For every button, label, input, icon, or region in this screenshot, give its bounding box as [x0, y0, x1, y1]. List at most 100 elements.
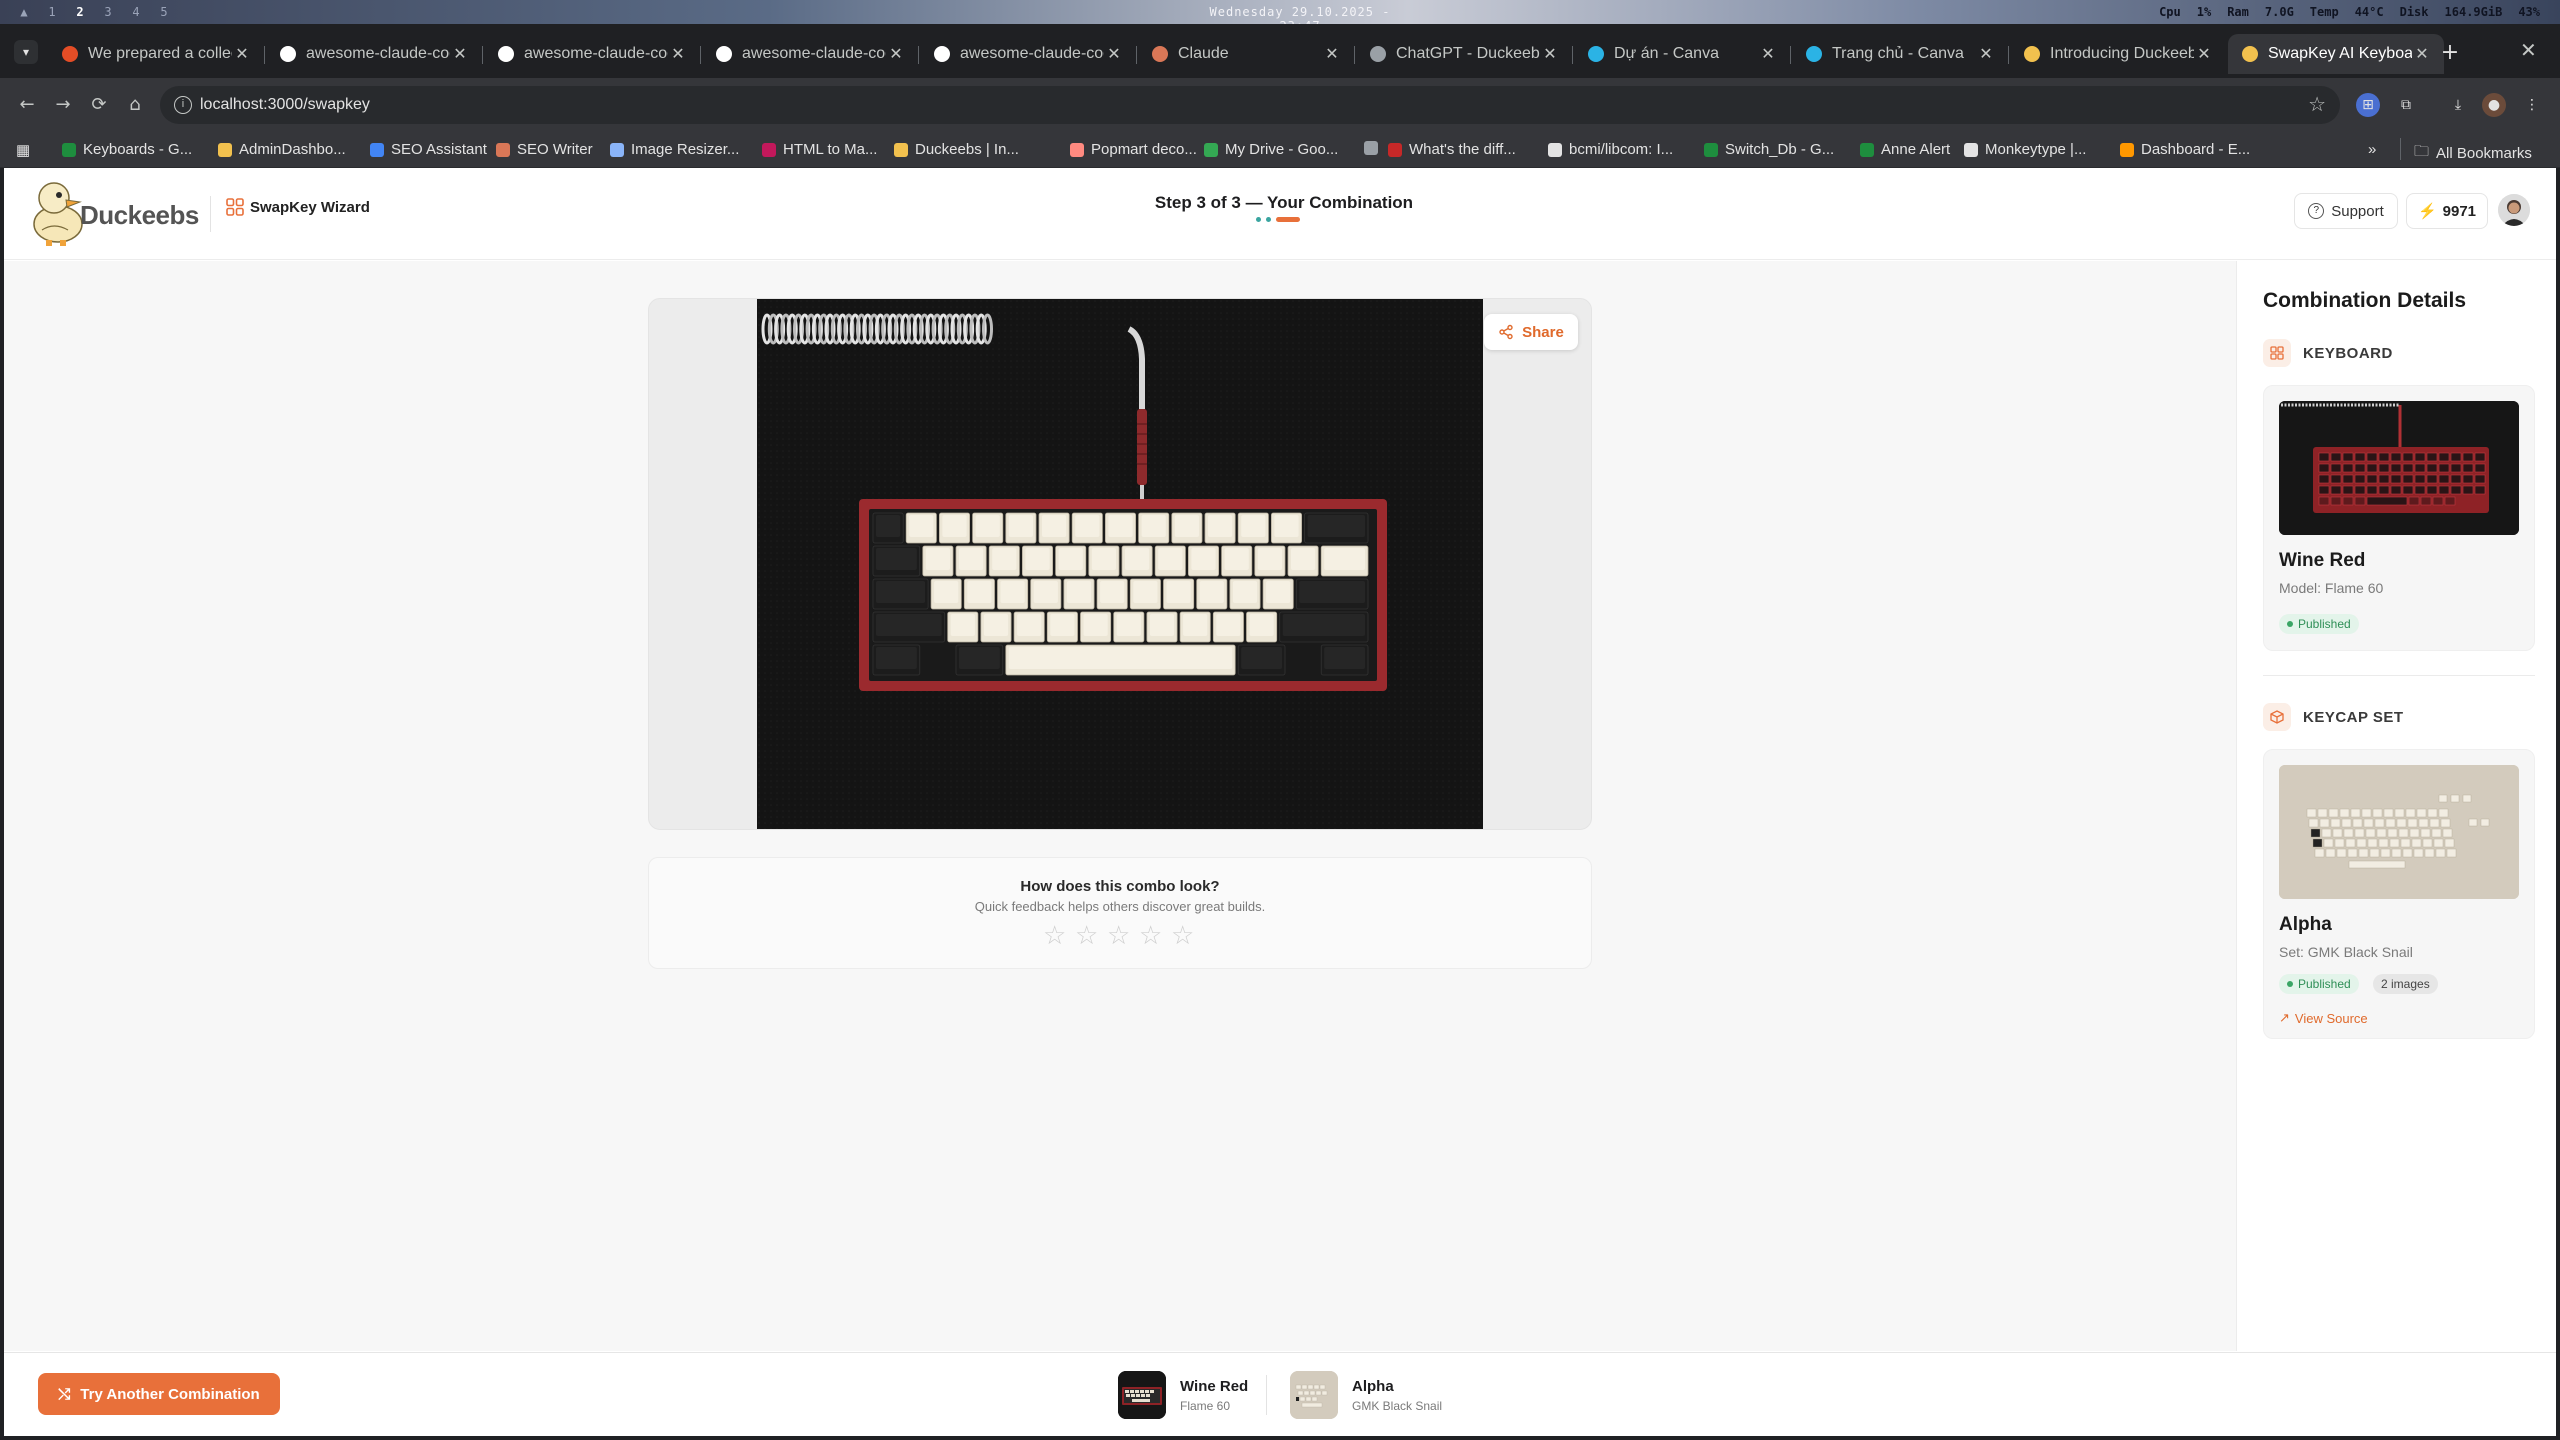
bookmark-item[interactable]: [1364, 141, 1385, 155]
tab-close-icon[interactable]: ✕: [2194, 44, 2214, 64]
extensions-icon[interactable]: ⧉: [2394, 93, 2418, 117]
tab-close-icon[interactable]: ✕: [2412, 44, 2432, 64]
bookmark-item[interactable]: Anne Alert: [1860, 141, 1950, 158]
tab-close-icon[interactable]: ✕: [886, 44, 906, 64]
apps-grid-icon[interactable]: ▦: [16, 141, 30, 159]
keyboard-detail-card[interactable]: Wine Red Model: Flame 60 Published: [2263, 385, 2535, 651]
keycap-detail-card[interactable]: Alpha Set: GMK Black Snail Published 2 i…: [2263, 749, 2535, 1039]
star-icon[interactable]: ☆: [1171, 922, 1194, 948]
footer-keyboard-model: Flame 60: [1180, 1398, 1231, 1413]
tab-close-icon[interactable]: ✕: [1758, 44, 1778, 64]
tab-close-icon[interactable]: ✕: [1322, 44, 1342, 64]
keyboard-section-label: KEYBOARD: [2303, 344, 2393, 362]
keyboard-preview-image[interactable]: [757, 299, 1483, 829]
tab-close-icon[interactable]: ✕: [1976, 44, 1996, 64]
star-icon[interactable]: ☆: [1139, 922, 1162, 948]
keycap-name: Alpha: [2279, 914, 2332, 935]
view-source-link[interactable]: ↗ View Source: [2279, 1010, 2368, 1026]
browser-tab[interactable]: We prepared a collection✕: [48, 34, 264, 74]
cpu-value: 1%: [2196, 5, 2212, 19]
keyboard-thumbnail[interactable]: [2279, 401, 2519, 535]
help-circle-icon: ?: [2308, 203, 2325, 219]
support-button[interactable]: ? Support: [2294, 193, 2398, 229]
browser-tab[interactable]: Dự án - Canva ✕: [1574, 34, 1790, 74]
credits-value: 9971: [2442, 202, 2477, 220]
keyboard-model: Model: Flame 60: [2279, 580, 2384, 596]
address-url[interactable]: localhost:3000/swapkey: [200, 96, 370, 114]
reload-button[interactable]: ⟳: [86, 92, 112, 118]
arch-logo-icon: ▲: [20, 5, 28, 19]
bookmark-item[interactable]: AdminDashbo...: [218, 141, 346, 158]
bookmark-label: Popmart deco...: [1091, 141, 1197, 158]
browser-tab[interactable]: Claude ✕: [1138, 34, 1354, 74]
workspace-switcher[interactable]: ▲ 1 2 3 4 5: [10, 5, 178, 19]
bookmark-item[interactable]: My Drive - Goo...: [1204, 141, 1338, 158]
user-avatar[interactable]: [2498, 194, 2530, 226]
browser-tab[interactable]: awesome-claude-code✕: [702, 34, 918, 74]
browser-tab[interactable]: Introducing Duckeebs ✕: [2010, 34, 2226, 74]
workspace-3[interactable]: 3: [94, 5, 122, 19]
tab-search-button[interactable]: ▾: [14, 40, 38, 64]
bookmark-item[interactable]: bcmi/libcom: I...: [1548, 141, 1673, 158]
tab-close-icon[interactable]: ✕: [1540, 44, 1560, 64]
bookmark-item[interactable]: Dashboard - E...: [2120, 141, 2250, 158]
tab-favicon-icon: [280, 46, 296, 62]
bookmarks-overflow-button[interactable]: »: [2368, 141, 2376, 158]
tab-favicon-icon: [498, 46, 514, 62]
rating-card: How does this combo look? Quick feedback…: [648, 857, 1592, 969]
step-dot-2: [1266, 217, 1271, 222]
browser-tab[interactable]: ChatGPT - Duckeebs ✕: [1356, 34, 1572, 74]
keyboard-photo: [757, 299, 1483, 829]
workspace-1[interactable]: 1: [38, 5, 66, 19]
keycap-thumbnail[interactable]: [2279, 765, 2519, 899]
tab-close-icon[interactable]: ✕: [450, 44, 470, 64]
download-icon[interactable]: ⤓: [2446, 93, 2470, 117]
workspace-4[interactable]: 4: [122, 5, 150, 19]
try-another-combination-button[interactable]: ⤭ Try Another Combination: [38, 1373, 280, 1415]
forward-button[interactable]: →: [50, 92, 76, 118]
site-info-icon[interactable]: i: [174, 96, 192, 114]
credits-button[interactable]: ⚡ 9971: [2406, 193, 2488, 229]
browser-tab[interactable]: awesome-claude-code✕: [266, 34, 482, 74]
browser-menu-icon[interactable]: ⋮: [2520, 93, 2544, 117]
home-button[interactable]: ⌂: [122, 92, 148, 118]
bookmark-label: Image Resizer...: [631, 141, 740, 158]
wizard-label[interactable]: SwapKey Wizard: [250, 199, 370, 216]
new-tab-button[interactable]: +: [2436, 40, 2464, 68]
browser-tab[interactable]: awesome-claude-code✕: [484, 34, 700, 74]
browser-tab[interactable]: awesome-claude-code✕: [920, 34, 1136, 74]
translate-extension-icon[interactable]: ⊞: [2356, 93, 2380, 117]
workspace-5[interactable]: 5: [150, 5, 178, 19]
back-button[interactable]: ←: [14, 92, 40, 118]
tab-close-icon[interactable]: ✕: [1104, 44, 1124, 64]
bookmark-item[interactable]: Image Resizer...: [610, 141, 739, 158]
bookmark-item[interactable]: Monkeytype |...: [1964, 141, 2086, 158]
bookmark-item[interactable]: Switch_Db - G...: [1704, 141, 1834, 158]
profile-avatar-icon[interactable]: ●: [2482, 93, 2506, 117]
bookmark-item[interactable]: Duckeebs | In...: [894, 141, 1019, 158]
bookmark-item[interactable]: SEO Writer: [496, 141, 593, 158]
browser-tab[interactable]: SwapKey AI Keyboard ✕: [2228, 34, 2444, 74]
bookmark-item[interactable]: Popmart deco...: [1070, 141, 1197, 158]
keyboard-status-label: Published: [2298, 617, 2351, 631]
star-icon[interactable]: ☆: [1075, 922, 1098, 948]
star-rating[interactable]: ☆ ☆ ☆ ☆ ☆: [1043, 922, 1194, 948]
section-divider: [2263, 675, 2535, 676]
bookmark-item[interactable]: What's the diff...: [1388, 141, 1516, 158]
duckeebs-logo[interactable]: Duckeebs: [28, 178, 199, 248]
all-bookmarks-button[interactable]: 🗀 All Bookmarks: [2414, 141, 2532, 166]
share-button[interactable]: Share: [1484, 314, 1578, 350]
window-close-icon[interactable]: ✕: [2520, 38, 2537, 62]
browser-tab[interactable]: Trang chủ - Canva ✕: [1792, 34, 2008, 74]
bookmark-item[interactable]: SEO Assistant: [370, 141, 487, 158]
bookmark-item[interactable]: Keyboards - G...: [62, 141, 192, 158]
tab-close-icon[interactable]: ✕: [232, 44, 252, 64]
tab-close-icon[interactable]: ✕: [668, 44, 688, 64]
star-icon[interactable]: ☆: [1043, 922, 1066, 948]
workspace-2[interactable]: 2: [66, 5, 94, 19]
try-another-label: Try Another Combination: [80, 1385, 260, 1403]
bookmark-star-icon[interactable]: ☆: [2308, 92, 2326, 117]
star-icon[interactable]: ☆: [1107, 922, 1130, 948]
bookmark-item[interactable]: HTML to Ma...: [762, 141, 877, 158]
address-bar[interactable]: i localhost:3000/swapkey ☆: [160, 86, 2340, 124]
